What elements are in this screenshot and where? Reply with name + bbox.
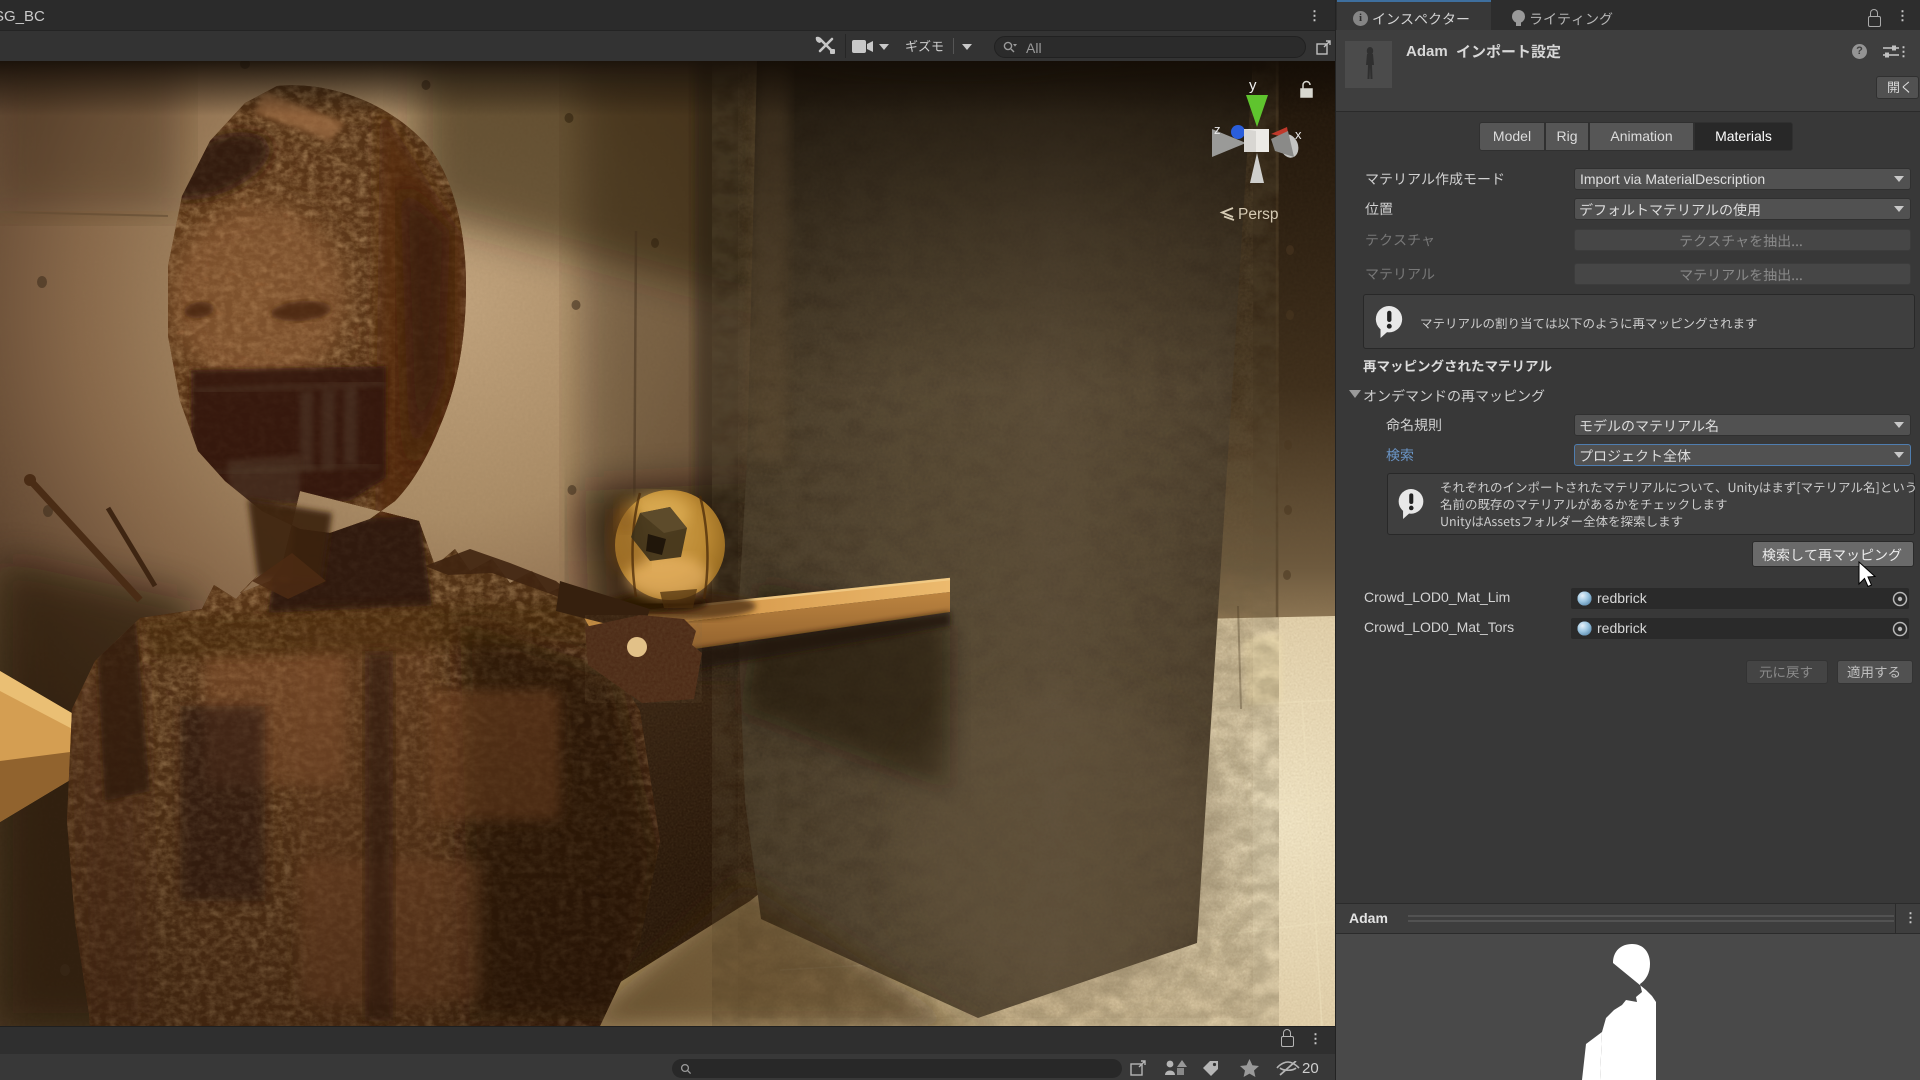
- svg-text:x: x: [1295, 127, 1302, 142]
- svg-text:y: y: [1249, 77, 1257, 94]
- svg-text:Persp: Persp: [1238, 206, 1279, 223]
- svg-text:z: z: [1214, 122, 1221, 137]
